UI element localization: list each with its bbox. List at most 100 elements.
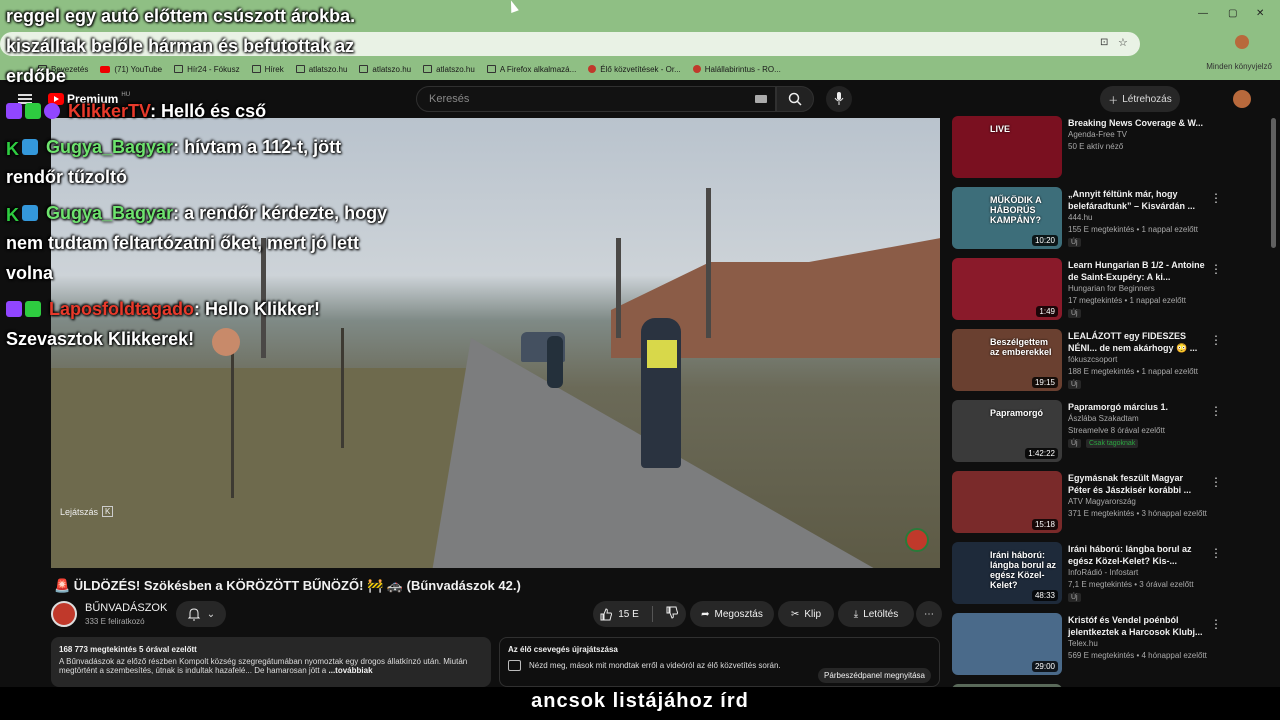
video-meta: 7,1 E megtekintés • 3 órával ezelőtt (1068, 580, 1194, 589)
new-badge: Új (1068, 238, 1081, 247)
video-thumbnail[interactable]: Beszélgettem az emberekkel 19:15 (952, 329, 1062, 391)
video-channel[interactable]: 444.hu (1068, 213, 1092, 222)
scrollbar-thumb[interactable] (1271, 118, 1276, 248)
chat-username: Laposfoldtagado (49, 299, 195, 319)
open-chat-button[interactable]: Párbeszédpanel megnyitása (818, 668, 931, 683)
video-scene-pole (261, 238, 266, 358)
video-title[interactable]: LEALÁZOTT egy FIDESZES NÉNI... de nem ak… (1068, 330, 1208, 354)
bookmark-item[interactable]: Hír24 - Fókusz (174, 65, 240, 74)
bookmark-item[interactable]: atlatszo.hu (295, 65, 347, 74)
minimize-icon[interactable]: — (1198, 8, 1208, 19)
recommended-video[interactable]: Papramorgó 1:42:22 Papramorgó március 1. Ás… (952, 396, 1272, 464)
more-options-icon[interactable]: ⋮ (1210, 546, 1222, 560)
dislike-button[interactable] (666, 606, 679, 622)
recommended-video[interactable]: Iráni háború: lángba borul az egész Köze… (952, 538, 1272, 606)
video-title[interactable]: Learn Hungarian B 1/2 - Antoine de Saint… (1068, 259, 1208, 283)
chat-text: : Hello Klikker! (194, 299, 321, 319)
install-app-icon[interactable]: ⊡ (1100, 37, 1108, 48)
video-channel[interactable]: ATV Magyarország (1068, 497, 1136, 506)
video-overlay-label: Lejátszás K (60, 506, 114, 517)
maximize-icon[interactable]: ▢ (1228, 8, 1237, 19)
page-scrollbar[interactable] (1270, 118, 1278, 688)
folder-icon (174, 65, 184, 73)
more-options-icon[interactable]: ⋮ (1210, 404, 1222, 418)
video-thumbnail[interactable]: 1:49 (952, 258, 1062, 320)
checkmark-badge-icon (25, 301, 41, 317)
video-title[interactable]: Kristóf és Vendel poénból jelentkeztek a… (1068, 614, 1208, 638)
video-channel[interactable]: fókuszcsoport (1068, 355, 1117, 364)
more-actions-button[interactable]: ⋯ (916, 601, 942, 627)
recommended-video[interactable]: LIVE Breaking News Coverage & W... Agenda-… (952, 112, 1272, 180)
plus-icon: ＋ (1108, 95, 1119, 107)
profile-avatar-icon[interactable] (1235, 35, 1249, 49)
like-button[interactable]: 15 E (600, 607, 639, 621)
more-options-icon[interactable]: ⋮ (1210, 262, 1222, 276)
subtitle-caption: ancsok listájához írd (531, 690, 749, 712)
search-input[interactable]: Keresés (416, 86, 776, 112)
video-title[interactable]: „Annyit féltünk már, hogy belefáradtunk”… (1068, 188, 1208, 212)
chat-text-continued: nem tudtam feltartózatni őket, mert jó l… (6, 233, 360, 253)
video-channel[interactable]: Agenda-Free TV (1068, 130, 1127, 139)
video-channel[interactable]: Ászlába Szakadtam (1068, 414, 1139, 423)
divider (651, 606, 653, 622)
thumbs-down-icon (666, 606, 678, 619)
subscription-bell-button[interactable]: ⌄ (176, 601, 226, 627)
recommended-video[interactable]: 15:18 Egymásnak feszült Magyar Péter és J… (952, 467, 1272, 535)
video-thumbnail[interactable]: Iráni háború: lángba borul az egész Köze… (952, 542, 1062, 604)
share-button[interactable]: ➦ Megosztás (690, 601, 774, 627)
chat-line: erdőbe (6, 66, 67, 86)
thumbnail-text: Iráni háború: lángba borul az egész Köze… (990, 550, 1057, 590)
recommended-video[interactable]: Beszélgettem az emberekkel 19:15 LEALÁZOTT… (952, 325, 1272, 393)
all-bookmarks[interactable]: Minden könyvjelző (1206, 62, 1272, 71)
video-channel[interactable]: Hungarian for Beginners (1068, 284, 1155, 293)
bookmark-item[interactable]: (71) YouTube (100, 65, 162, 74)
bookmark-star-icon[interactable]: ☆ (1118, 36, 1128, 49)
more-options-icon[interactable]: ⋮ (1210, 191, 1222, 205)
clip-button[interactable]: ✂ Klip (778, 601, 834, 627)
chat-text-continued: Szevasztok Klikkerek! (6, 329, 195, 349)
thumbnail-text: LIVE (990, 124, 1011, 134)
description-box[interactable]: 168 773 megtekintés 5 órával ezelőtt A B… (51, 637, 491, 687)
keyboard-icon[interactable] (755, 95, 767, 103)
avatar[interactable] (1233, 90, 1251, 108)
create-button[interactable]: ＋ Létrehozás (1100, 86, 1180, 112)
video-channel[interactable]: InfoRádió - Infostart (1068, 568, 1138, 577)
chat-line: reggel egy autó előttem csúszott árokba. (6, 6, 356, 26)
show-more-link[interactable]: ...továbbiak (329, 666, 373, 675)
recommended-video[interactable]: MŰKÖDIK A HÁBORÚS KAMPÁNY? 10:20 „Annyit f… (952, 183, 1272, 251)
more-options-icon[interactable]: ⋮ (1210, 617, 1222, 631)
channel-name[interactable]: BŰNVADÁSZOK (85, 602, 167, 614)
bookmark-item[interactable]: atlatszo.hu (423, 65, 475, 74)
video-thumbnail[interactable]: MŰKÖDIK A HÁBORÚS KAMPÁNY? 10:20 (952, 187, 1062, 249)
new-badge: Új (1068, 593, 1081, 602)
video-thumbnail[interactable]: 29:00 (952, 613, 1062, 675)
new-badge: Új (1068, 309, 1081, 318)
bookmark-item[interactable]: Halállabirintus - RO... (692, 65, 781, 74)
video-title[interactable]: Egymásnak feszült Magyar Péter és Jászki… (1068, 472, 1208, 496)
bookmark-item[interactable]: Hírek (251, 65, 284, 74)
video-thumbnail[interactable]: Papramorgó 1:42:22 (952, 400, 1062, 462)
video-thumbnail[interactable]: 15:18 (952, 471, 1062, 533)
video-duration: 29:00 (1031, 661, 1058, 672)
chat-line: kiszálltak belőle hárman és befutottak a… (6, 36, 355, 56)
video-title[interactable]: Iráni háború: lángba borul az egész Köze… (1068, 543, 1208, 567)
more-options-icon[interactable]: ⋮ (1210, 475, 1222, 489)
recommended-video[interactable]: 29:00 Kristóf és Vendel poénból jelentkez… (952, 609, 1272, 677)
bookmark-item[interactable]: A Firefox alkalmazá... (486, 65, 576, 74)
bookmark-item[interactable]: atlatszo.hu (359, 65, 411, 74)
overlay-key: K (102, 506, 114, 517)
arrow-badge-icon (22, 139, 38, 155)
voice-search-button[interactable] (826, 86, 852, 112)
search-button[interactable] (776, 86, 814, 112)
more-options-icon[interactable]: ⋮ (1210, 333, 1222, 347)
recommended-video[interactable]: 1:49 Learn Hungarian B 1/2 - Antoine de S… (952, 254, 1272, 322)
channel-avatar[interactable] (51, 601, 77, 627)
download-button[interactable]: ⤓ Letöltés (838, 601, 914, 627)
video-title[interactable]: Breaking News Coverage & W... (1068, 117, 1208, 129)
bookmark-item[interactable]: Élő közvetítések - Or... (588, 65, 681, 74)
video-title[interactable]: Papramorgó március 1. (1068, 401, 1208, 413)
video-meta: 188 E megtekintés • 1 nappal ezelőtt (1068, 367, 1198, 376)
video-channel[interactable]: Telex.hu (1068, 639, 1098, 648)
video-thumbnail[interactable]: LIVE (952, 116, 1062, 178)
close-icon[interactable]: ✕ (1256, 8, 1264, 19)
